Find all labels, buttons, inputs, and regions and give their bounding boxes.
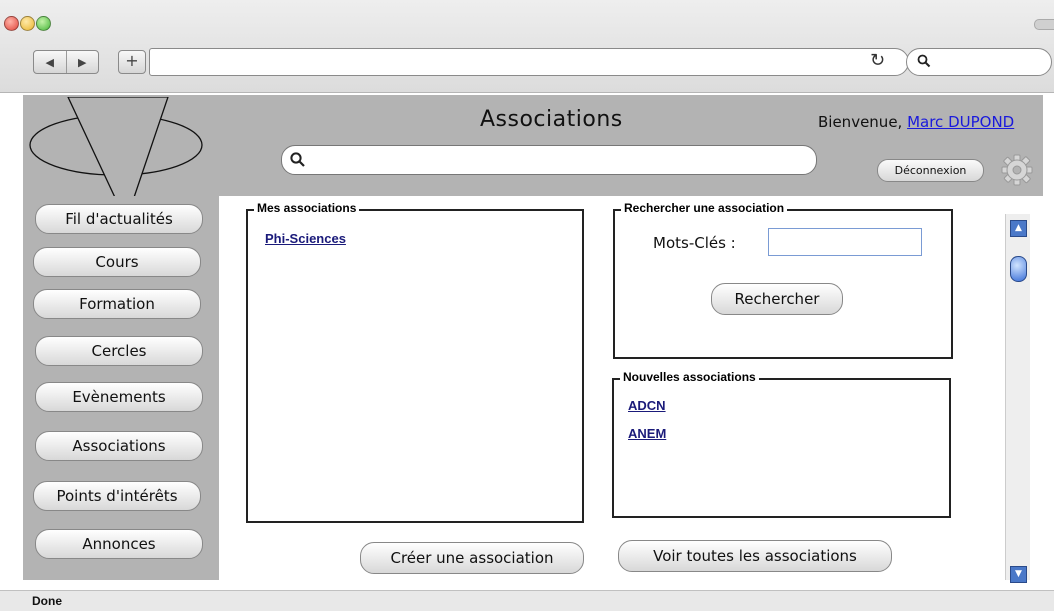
sidebar-item-annonces[interactable]: Annonces [35,529,203,559]
sidebar-item-formation[interactable]: Formation [33,289,201,319]
content-scrollbar[interactable]: ▲ ▼ [1005,214,1030,583]
scroll-thumb[interactable] [1010,256,1027,282]
page-title: Associations [480,107,623,132]
zoom-window-button[interactable] [36,16,51,31]
scroll-down-icon[interactable]: ▼ [1010,566,1027,583]
search-button[interactable]: Rechercher [711,283,843,315]
new-tab-button[interactable]: + [118,50,146,74]
search-icon [290,152,305,167]
close-window-button[interactable] [4,16,19,31]
new-association-link[interactable]: ANEM [628,426,666,441]
status-bar: Done [0,590,1054,611]
address-bar[interactable] [149,48,909,76]
view-all-associations-button[interactable]: Voir toutes les associations [618,540,892,572]
minimize-window-button[interactable] [20,16,35,31]
sidebar-item-evenements[interactable]: Evènements [35,382,203,412]
sidebar-item-associations[interactable]: Associations [35,431,203,461]
welcome-message: Bienvenue, Marc DUPOND [818,113,1014,131]
gear-icon[interactable] [1000,153,1034,187]
sidebar: Fil d'actualités Cours Formation Cercles… [23,196,219,580]
logout-button[interactable]: Déconnexion [877,159,984,182]
new-associations-legend: Nouvelles associations [620,370,759,384]
search-association-legend: Rechercher une association [621,201,788,215]
history-nav: ◀ ▶ [33,50,99,74]
new-association-link[interactable]: ADCN [628,398,666,413]
my-association-link[interactable]: Phi-Sciences [265,231,346,246]
search-association-panel: Rechercher une association Mots-Clés : R… [613,201,953,359]
browser-search-field[interactable] [906,48,1052,76]
back-button[interactable]: ◀ [34,51,67,73]
user-profile-link[interactable]: Marc DUPOND [907,113,1014,131]
sidebar-item-cercles[interactable]: Cercles [35,336,203,366]
forward-button[interactable]: ▶ [67,51,99,73]
my-associations-legend: Mes associations [254,201,360,215]
create-association-button[interactable]: Créer une association [360,542,584,574]
keywords-label: Mots-Clés : [653,234,736,252]
main-content: Mes associations Phi-Sciences Rechercher… [219,196,1043,580]
scroll-up-icon[interactable]: ▲ [1010,220,1027,237]
keywords-input[interactable] [768,228,922,256]
sidebar-item-cours[interactable]: Cours [33,247,201,277]
search-icon [917,54,931,68]
sidebar-item-fil-actualites[interactable]: Fil d'actualités [35,204,203,234]
new-associations-panel: Nouvelles associations ADCN ANEM [612,370,951,518]
toolbar-toggle-button[interactable] [1034,19,1054,30]
sidebar-item-points-interets[interactable]: Points d'intérêts [33,481,201,511]
browser-toolbar: ◀ ▶ + ↻ [0,0,1054,93]
my-associations-panel: Mes associations Phi-Sciences [246,201,584,523]
status-text: Done [32,594,62,608]
reload-icon[interactable]: ↻ [870,52,885,70]
welcome-prefix: Bienvenue, [818,113,908,131]
site-search-input[interactable] [281,145,817,175]
